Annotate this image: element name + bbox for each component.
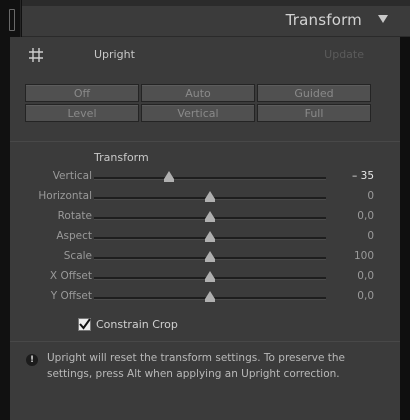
upright-guided-button[interactable]: Guided (257, 84, 371, 102)
scale-value[interactable]: 100 (354, 250, 374, 262)
section-divider-2 (10, 341, 400, 342)
slider-row-vertical: Vertical – 35 (10, 167, 400, 187)
horizontal-value[interactable]: 0 (367, 190, 374, 202)
slider-row-x-offset: X Offset 0,0 (10, 267, 400, 287)
horizontal-label: Horizontal (38, 190, 92, 202)
constrain-crop-checkbox[interactable] (78, 318, 91, 331)
x-offset-value[interactable]: 0,0 (357, 270, 374, 282)
rotate-value[interactable]: 0,0 (357, 210, 374, 222)
upright-level-button[interactable]: Level (25, 104, 139, 122)
section-divider (10, 141, 400, 142)
panel-title: Transform (285, 11, 362, 29)
scale-label: Scale (63, 250, 92, 262)
slider-row-rotate: Rotate 0,0 (10, 207, 400, 227)
aspect-value[interactable]: 0 (367, 230, 374, 242)
upright-info-text: Upright will reset the transform setting… (47, 352, 345, 380)
upright-vertical-button[interactable]: Vertical (141, 104, 255, 122)
upright-mode-buttons: Off Auto Guided Level Vertical Full (25, 84, 371, 122)
upright-label: Upright (94, 48, 135, 61)
slider-row-aspect: Aspect 0 (10, 227, 400, 247)
scale-slider-thumb[interactable] (205, 251, 215, 262)
vertical-label: Vertical (52, 170, 92, 182)
y-offset-value[interactable]: 0,0 (357, 290, 374, 302)
rotate-label: Rotate (57, 210, 92, 222)
slider-row-horizontal: Horizontal 0 (10, 187, 400, 207)
upright-guides-icon[interactable] (28, 47, 44, 63)
vertical-value[interactable]: – 35 (352, 170, 374, 182)
upright-auto-button[interactable]: Auto (141, 84, 255, 102)
constrain-crop-label[interactable]: Constrain Crop (96, 318, 178, 331)
rotate-slider-thumb[interactable] (205, 211, 215, 222)
upright-off-button[interactable]: Off (25, 84, 139, 102)
update-button[interactable]: Update (324, 48, 364, 61)
slider-row-y-offset: Y Offset 0,0 (10, 287, 400, 307)
slider-row-scale: Scale 100 (10, 247, 400, 267)
collapse-triangle-icon[interactable] (378, 15, 388, 23)
transform-panel: Upright Update Off Auto Guided Level Ver… (10, 37, 400, 420)
upright-full-button[interactable]: Full (257, 104, 371, 122)
transform-panel-header[interactable]: Transform (22, 6, 410, 37)
y-offset-slider-thumb[interactable] (205, 291, 215, 302)
x-offset-slider-thumb[interactable] (205, 271, 215, 282)
info-icon: ! (26, 354, 38, 366)
y-offset-label: Y Offset (50, 290, 92, 302)
panel-grip-icon[interactable] (9, 9, 15, 31)
horizontal-slider-thumb[interactable] (205, 191, 215, 202)
aspect-slider-thumb[interactable] (205, 231, 215, 242)
vertical-slider-thumb[interactable] (164, 171, 175, 182)
x-offset-label: X Offset (49, 270, 92, 282)
transform-section-label: Transform (94, 151, 149, 164)
checkmark-icon (79, 318, 91, 330)
aspect-label: Aspect (56, 230, 92, 242)
vertical-slider-track[interactable] (94, 177, 326, 180)
